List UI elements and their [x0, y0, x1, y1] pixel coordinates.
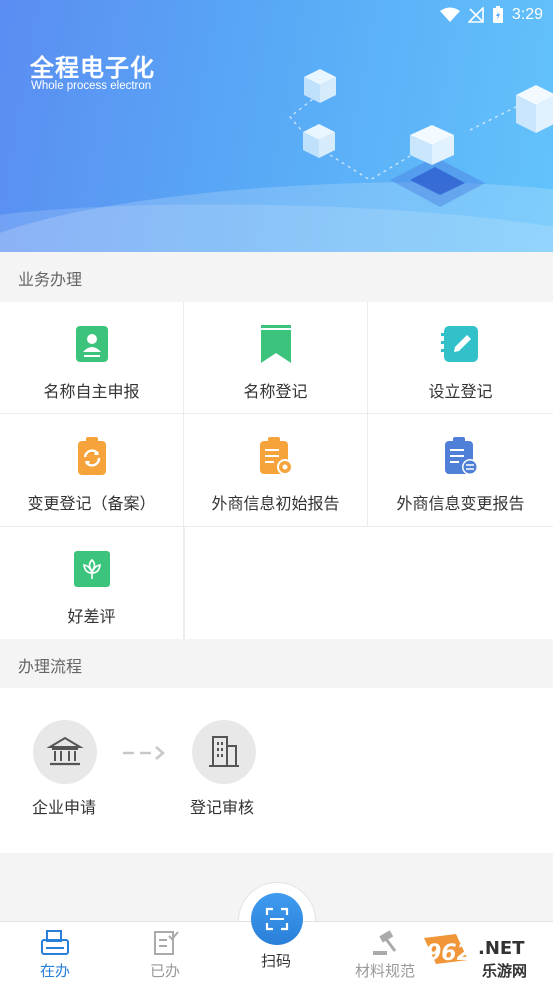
service-name-self-declare[interactable]: 名称自主申报 [0, 302, 184, 414]
clipboard-report-icon [259, 437, 293, 475]
service-label: 设立登记 [428, 382, 493, 401]
process-header-label: 办理流程 [18, 657, 83, 676]
service-label: 变更登记（备案） [27, 494, 156, 513]
process-step-label: 登记审核 [190, 798, 255, 817]
status-bar: 3:29 [439, 4, 543, 26]
service-rating[interactable]: 好差评 [0, 527, 184, 639]
service-name-registration[interactable]: 名称登记 [184, 302, 368, 414]
cube-small-1 [304, 69, 336, 103]
cube-right [516, 85, 553, 133]
clipboard-exchange-icon [444, 437, 478, 475]
banner-subtitle: Whole process electron [31, 80, 152, 92]
services-grid: 名称自主申报 名称登记 设立登记 变更登记（备案） 外商信息初始报告 外商信息变… [0, 302, 553, 639]
nav-item-in-progress[interactable]: 在办 [0, 922, 110, 984]
banner: 全程电子化 Whole process electron [0, 0, 553, 252]
wifi-icon [439, 7, 460, 22]
in-progress-icon [41, 930, 69, 955]
service-foreign-initial-report[interactable]: 外商信息初始报告 [184, 414, 368, 527]
cube-small-2 [303, 124, 335, 158]
nav-label: 已办 [149, 962, 180, 980]
process-step-label: 企业申请 [32, 798, 97, 817]
scan-label: 扫码 [260, 952, 291, 970]
flower-icon [73, 551, 110, 587]
no-signal-icon [467, 7, 484, 23]
nav-label: 在办 [39, 962, 70, 980]
banner-title: 全程电子化 [30, 54, 155, 82]
bookmark-icon [260, 325, 291, 363]
grid-divider [184, 527, 185, 639]
service-label: 外商信息变更报告 [396, 494, 525, 513]
svg-text:乐游网: 乐游网 [482, 962, 527, 980]
clipboard-refresh-icon [77, 437, 106, 475]
status-time: 3:29 [511, 6, 543, 23]
watermark-logo: 962 .NET 乐游网 [416, 930, 549, 980]
service-label: 名称登记 [243, 382, 308, 401]
watermark-logo-graphic: 962 .NET 乐游网 [424, 934, 527, 980]
service-label: 外商信息初始报告 [211, 494, 340, 513]
service-change-registration[interactable]: 变更登记（备案） [0, 414, 184, 527]
building-icon [209, 736, 239, 767]
services-section-header: 业务办理 [0, 253, 553, 301]
service-label: 好差评 [67, 607, 116, 626]
process-step-apply [33, 720, 97, 784]
scan-button[interactable] [251, 893, 303, 945]
battery-charging-icon [492, 6, 503, 23]
edit-note-icon [440, 326, 478, 362]
arrow-right-icon [123, 746, 165, 760]
scan-icon [265, 907, 289, 931]
process-step-review [192, 720, 256, 784]
cube-large [410, 125, 454, 165]
process-flow: 企业申请 登记审核 [0, 688, 553, 853]
service-establish-registration[interactable]: 设立登记 [368, 302, 553, 414]
nav-item-done[interactable]: 已办 [110, 922, 220, 984]
bank-icon [46, 736, 84, 766]
process-section-header: 办理流程 [0, 640, 553, 688]
svg-text:.NET: .NET [478, 938, 525, 959]
service-foreign-change-report[interactable]: 外商信息变更报告 [368, 414, 553, 527]
contact-card-icon [75, 326, 108, 362]
isometric-cubes-illustration [289, 69, 553, 207]
service-label: 名称自主申报 [43, 382, 140, 401]
gavel-icon [373, 930, 397, 955]
svg-text:962: 962 [426, 941, 472, 966]
done-doc-icon [154, 931, 179, 955]
services-header-label: 业务办理 [18, 270, 83, 289]
